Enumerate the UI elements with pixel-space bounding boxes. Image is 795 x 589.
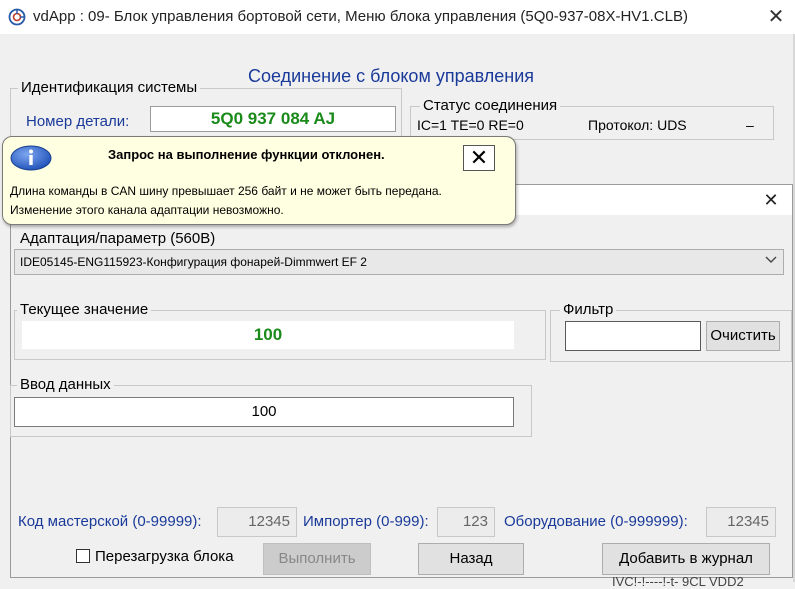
- info-icon: [10, 145, 52, 171]
- importer-label: Импортер (0-999):: [303, 513, 429, 530]
- adaptation-label: Адаптация/параметр (560B): [20, 230, 216, 247]
- window-title: vdApp : 09- Блок управления бортовой сет…: [33, 8, 688, 25]
- tooltip-message-line: Длина команды в CAN шину превышает 256 б…: [10, 184, 442, 198]
- filter-input[interactable]: [565, 321, 701, 351]
- part-number-label: Номер детали:: [26, 113, 130, 130]
- connection-status-label: Статус соединения: [420, 97, 561, 114]
- tooltip-message-line: Изменение этого канала адаптации невозмо…: [10, 203, 284, 217]
- status-dash: –: [746, 117, 754, 133]
- importer-field: 123: [437, 507, 495, 537]
- clear-button[interactable]: Очистить: [706, 321, 780, 351]
- close-icon[interactable]: ✕: [463, 145, 495, 171]
- equipment-field: 12345: [706, 507, 776, 537]
- reboot-label[interactable]: Перезагрузка блока: [95, 548, 234, 565]
- app-logo-icon: [8, 8, 26, 26]
- close-icon[interactable]: ✕: [762, 4, 790, 30]
- back-button[interactable]: Назад: [418, 543, 524, 575]
- equipment-label: Оборудование (0-999999):: [504, 513, 688, 530]
- execute-button[interactable]: Выполнить: [263, 543, 371, 575]
- chevron-down-icon[interactable]: [764, 252, 778, 269]
- system-id-label: Идентификация системы: [18, 79, 201, 96]
- add-to-journal-button[interactable]: Добавить в журнал: [602, 543, 770, 575]
- master-code-field: 12345: [217, 507, 297, 537]
- master-code-label: Код мастерской (0-99999):: [18, 513, 202, 530]
- data-input-label: Ввод данных: [17, 376, 114, 393]
- data-input-field[interactable]: 100: [14, 397, 514, 427]
- part-number-field: 5Q0 937 084 AJ: [150, 106, 396, 132]
- protocol-text: Протокол: UDS: [588, 117, 687, 133]
- connection-status-text: IC=1 TE=0 RE=0: [417, 117, 524, 133]
- close-icon[interactable]: ✕: [758, 188, 784, 212]
- filter-label: Фильтр: [560, 301, 617, 318]
- reboot-checkbox[interactable]: [76, 549, 90, 563]
- tooltip-title: Запрос на выполнение функции отклонен.: [108, 147, 385, 162]
- connection-heading: Соединение с блоком управления: [248, 66, 534, 86]
- adaptation-selected-value: IDE05145-ENG115923-Конфигурация фонарей-…: [20, 255, 367, 269]
- current-value-label: Текущее значение: [17, 301, 152, 318]
- current-value-field: 100: [22, 321, 514, 349]
